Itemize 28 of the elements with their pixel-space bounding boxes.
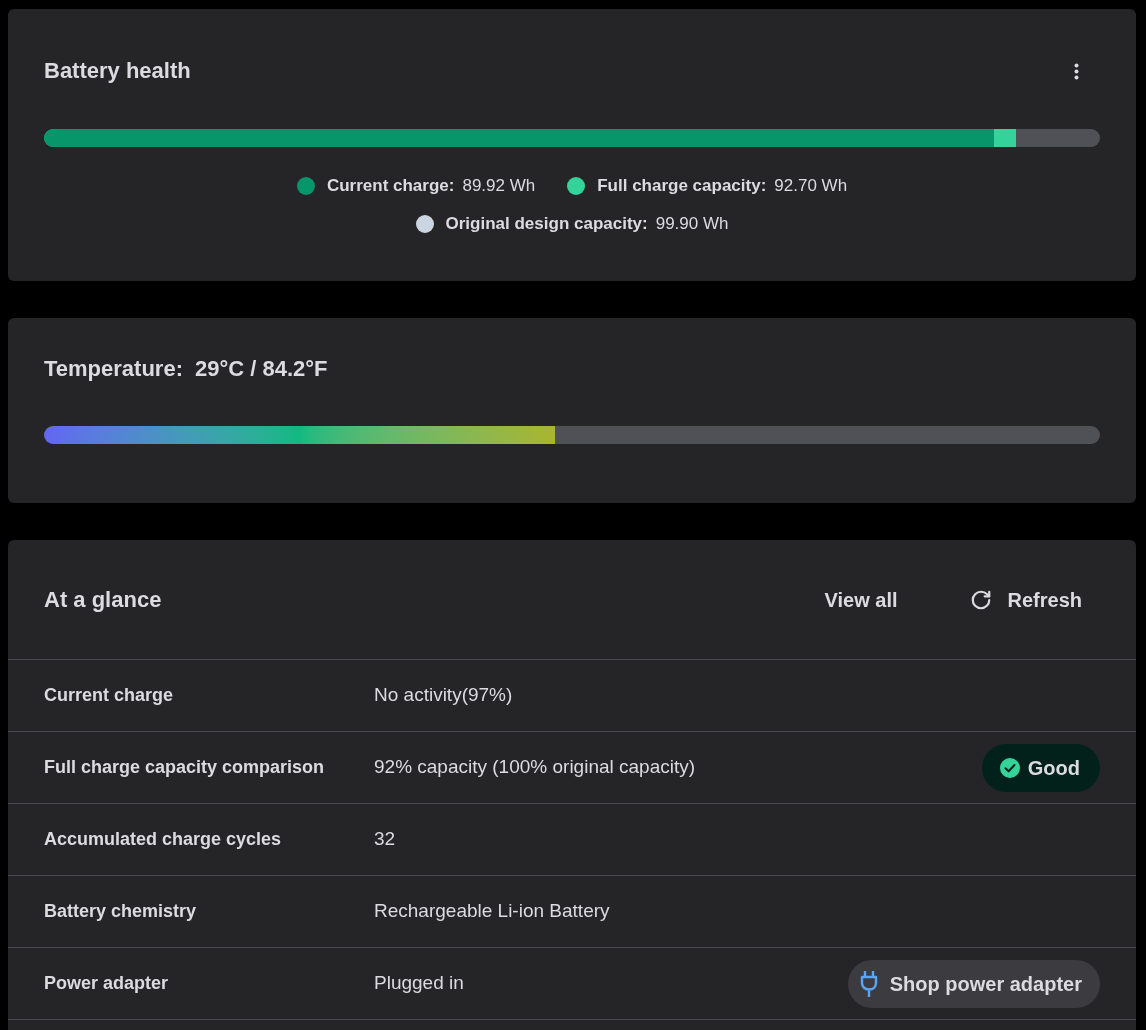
- legend-label: Original design capacity:: [445, 213, 648, 236]
- row-value: 32: [374, 827, 396, 852]
- row-label: Accumulated charge cycles: [44, 828, 283, 851]
- refresh-icon: [969, 588, 992, 611]
- row-value: 92% capacity (100% original capacity): [374, 755, 696, 780]
- shop-button[interactable]: Shop power adapter: [847, 959, 1100, 1008]
- temperature-label: Temperature:: [44, 354, 183, 383]
- legend-label: Current charge:: [326, 175, 455, 198]
- row-label: Current charge: [44, 684, 175, 707]
- legend-label: Full charge capacity:: [597, 175, 767, 198]
- view-all-button[interactable]: View all: [808, 576, 914, 623]
- more-options-icon: [1073, 62, 1079, 80]
- legend-value: 89.92 Wh: [462, 175, 536, 198]
- legend-value: 99.90 Wh: [655, 213, 729, 236]
- row-value: Rechargeable Li-ion Battery: [374, 899, 610, 924]
- plug-icon: [859, 969, 878, 998]
- card-title: Battery health: [44, 60, 191, 82]
- card-title: At a glance: [44, 586, 162, 614]
- row-label: Battery chemistry: [44, 900, 198, 923]
- row-label: Power adapter: [44, 972, 170, 995]
- temperature-value: 29°C / 84.2°F: [194, 354, 328, 383]
- row-value: Plugged in: [374, 971, 464, 996]
- check-circle-icon: [999, 757, 1020, 778]
- row-label: Full charge capacity comparison: [44, 756, 326, 779]
- refresh-button[interactable]: Refresh: [953, 576, 1100, 623]
- status-text: Good: [1027, 755, 1080, 781]
- row-value: No activity(97%): [374, 683, 513, 708]
- legend-value: 92.70 Wh: [774, 175, 848, 198]
